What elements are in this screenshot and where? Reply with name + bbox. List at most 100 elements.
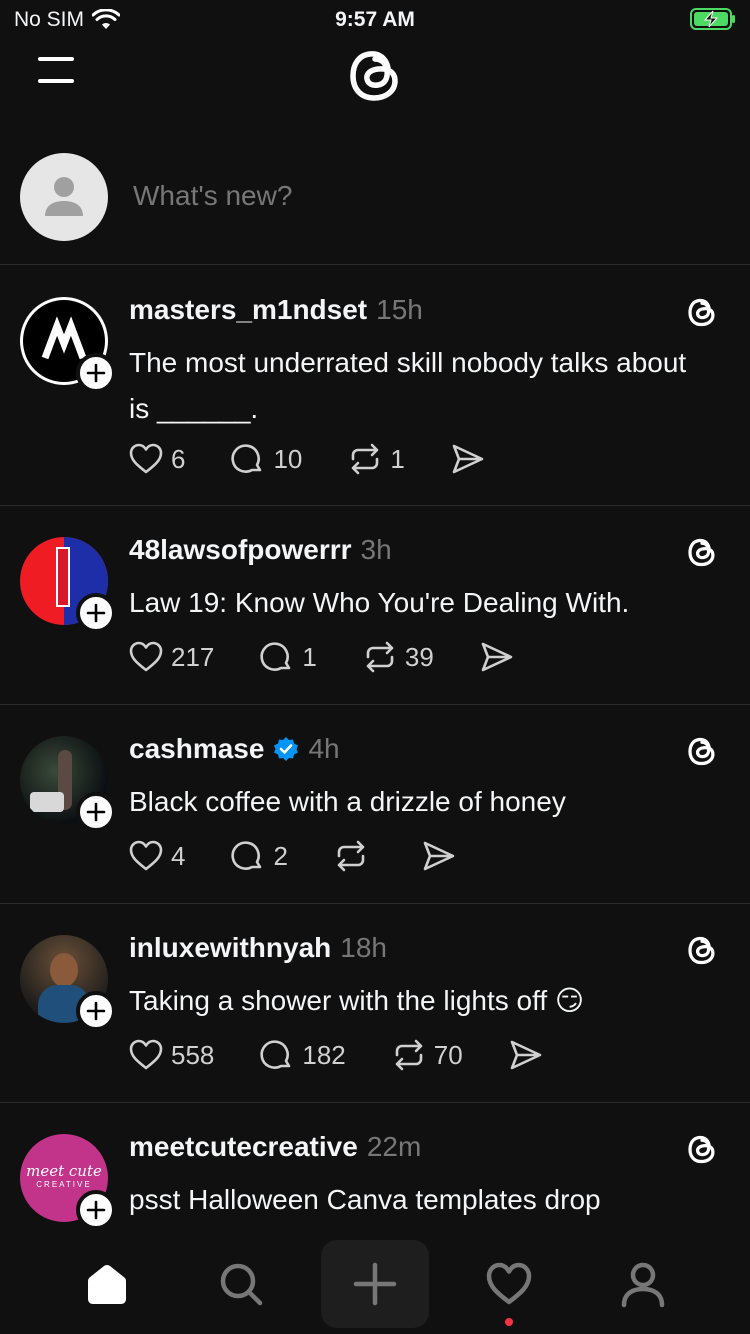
menu-icon[interactable] xyxy=(38,54,74,84)
post[interactable]: 48lawsofpowerrr 3h Law 19: Know Who You'… xyxy=(0,506,750,705)
plus-icon xyxy=(86,363,106,383)
follow-button[interactable] xyxy=(76,1190,116,1230)
repost-button[interactable]: 70 xyxy=(390,1036,463,1074)
avatar-book xyxy=(56,547,70,607)
plus-icon xyxy=(86,1001,106,1021)
post[interactable]: cashmase 4h Black coffee with a drizzle … xyxy=(0,705,750,904)
post-avatar-wrap: meet cute CREATIVE xyxy=(20,1134,116,1230)
repost-button[interactable] xyxy=(332,837,376,875)
post-time: 18h xyxy=(340,932,387,963)
composer[interactable]: What's new? xyxy=(0,150,750,265)
person-placeholder-icon xyxy=(45,177,83,216)
avatar-brand-text: meet cute xyxy=(26,1162,102,1180)
tab-profile[interactable] xyxy=(589,1240,697,1328)
follow-button[interactable] xyxy=(76,991,116,1031)
share-button[interactable] xyxy=(449,440,487,478)
post-text: The most underrated skill nobody talks a… xyxy=(129,347,687,424)
verified-badge-icon xyxy=(274,737,299,761)
repost-icon xyxy=(337,840,365,872)
reply-button[interactable]: 1 xyxy=(258,638,317,676)
post-time: 3h xyxy=(360,534,392,565)
post[interactable]: masters_m1ndset 15h The most underrated … xyxy=(0,266,750,506)
follow-button[interactable] xyxy=(76,792,116,832)
reply-count: 182 xyxy=(302,1039,346,1070)
plus-icon xyxy=(86,603,106,623)
share-button[interactable] xyxy=(478,638,516,676)
like-count: 217 xyxy=(171,641,215,672)
repost-button[interactable]: 1 xyxy=(346,440,405,478)
repost-count: 1 xyxy=(390,443,405,474)
post-header: cashmase 4h xyxy=(129,733,340,765)
battery-charging-icon xyxy=(690,8,735,30)
search-icon xyxy=(220,1263,263,1306)
username[interactable]: 48lawsofpowerrr xyxy=(129,534,352,566)
avatar-face xyxy=(50,953,78,987)
post-text: psst Halloween Canva templates drop tomo… xyxy=(129,1184,601,1234)
post-time: 22m xyxy=(366,1131,422,1162)
username[interactable]: meetcutecreative xyxy=(129,1131,358,1163)
repost-icon xyxy=(395,1039,423,1071)
tab-search[interactable] xyxy=(187,1240,295,1328)
reply-icon xyxy=(231,444,262,473)
send-icon xyxy=(481,642,513,672)
threads-mark-icon[interactable] xyxy=(684,534,720,570)
like-button[interactable]: 4 xyxy=(127,837,185,875)
username[interactable]: inluxewithnyah xyxy=(129,932,331,964)
top-bar xyxy=(0,40,750,110)
like-button[interactable]: 6 xyxy=(127,440,185,478)
send-icon xyxy=(510,1040,542,1070)
follow-button[interactable] xyxy=(76,593,116,633)
tab-bar xyxy=(0,1234,750,1334)
share-button[interactable] xyxy=(507,1036,545,1074)
threads-logo-icon[interactable] xyxy=(342,42,408,108)
home-icon xyxy=(88,1264,126,1304)
like-button[interactable]: 217 xyxy=(127,638,214,676)
composer-input[interactable]: What's new? xyxy=(133,180,292,212)
heart-icon xyxy=(129,1039,163,1070)
avatar-object xyxy=(30,792,64,812)
threads-mark-icon[interactable] xyxy=(684,932,720,968)
post[interactable]: meet cute CREATIVE meetcutecreative 22m … xyxy=(0,1103,750,1234)
post-avatar-wrap xyxy=(20,537,116,633)
reply-icon xyxy=(260,1040,291,1069)
username[interactable]: cashmase xyxy=(129,733,264,765)
tab-activity[interactable] xyxy=(455,1240,563,1328)
post-time: 4h xyxy=(308,733,340,764)
notification-dot xyxy=(505,1318,513,1326)
follow-button[interactable] xyxy=(76,353,116,393)
like-count: 6 xyxy=(171,443,186,474)
create-icon xyxy=(353,1262,397,1306)
username[interactable]: masters_m1ndset xyxy=(129,294,367,326)
post[interactable]: inluxewithnyah 18h Taking a shower with … xyxy=(0,904,750,1103)
heart-icon xyxy=(129,840,163,871)
post-text: Taking a shower with the lights off 😏 xyxy=(129,985,585,1016)
repost-icon xyxy=(366,641,394,673)
post-avatar-wrap xyxy=(20,297,116,393)
reply-button[interactable]: 10 xyxy=(229,440,302,478)
tab-create[interactable] xyxy=(321,1240,429,1328)
post-header: 48lawsofpowerrr 3h xyxy=(129,534,392,566)
threads-mark-icon[interactable] xyxy=(684,733,720,769)
status-time: 9:57 AM xyxy=(335,8,415,31)
post-actions: 558 182 70 xyxy=(127,1036,589,1074)
post-avatar-wrap xyxy=(20,736,116,832)
post-header: meetcutecreative 22m xyxy=(129,1131,421,1163)
reply-button[interactable]: 182 xyxy=(258,1036,346,1074)
plus-icon xyxy=(86,1200,106,1220)
plus-icon xyxy=(86,802,106,822)
repost-button[interactable]: 39 xyxy=(361,638,434,676)
tab-home[interactable] xyxy=(53,1240,161,1328)
threads-mark-icon[interactable] xyxy=(684,294,720,330)
reply-button[interactable]: 2 xyxy=(229,837,288,875)
post-text: Law 19: Know Who You're Dealing With. xyxy=(129,587,630,618)
send-icon xyxy=(452,444,484,474)
share-button[interactable] xyxy=(420,837,458,875)
post-avatar-wrap xyxy=(20,935,116,1031)
threads-mark-icon[interactable] xyxy=(684,1131,720,1167)
like-button[interactable]: 558 xyxy=(127,1036,214,1074)
reply-count: 10 xyxy=(273,443,303,474)
like-count: 4 xyxy=(171,840,186,871)
reply-count: 1 xyxy=(302,641,317,672)
my-avatar[interactable] xyxy=(20,153,108,241)
post-actions: 4 2 xyxy=(127,837,502,875)
